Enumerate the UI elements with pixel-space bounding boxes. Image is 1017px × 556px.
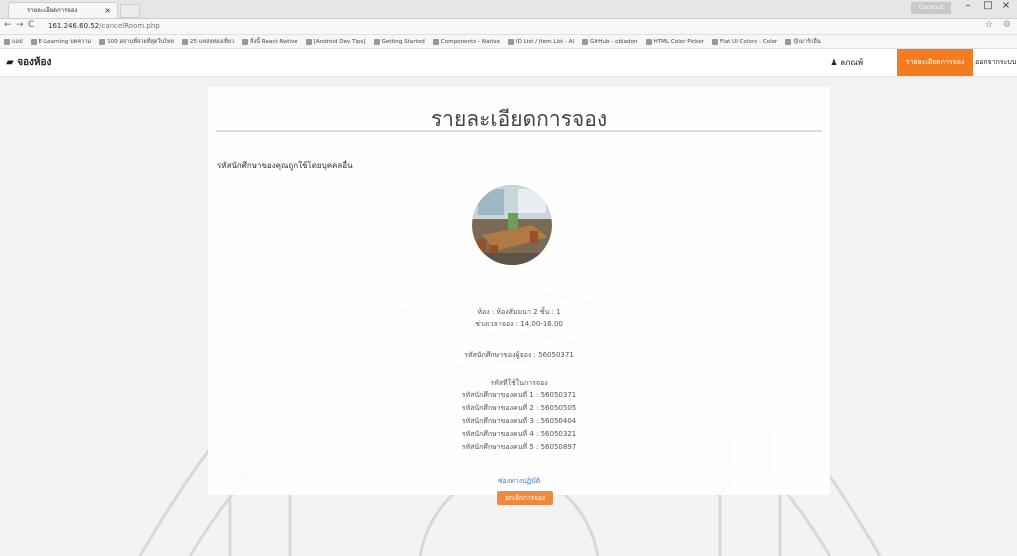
bookmark-favicon-icon <box>373 38 380 45</box>
bookmark-label: E-Learning บทความ <box>38 38 92 45</box>
extension-icon[interactable]: ⚙ <box>1003 20 1011 30</box>
bookmark-label: GitHub - obladon <box>590 38 638 45</box>
book-icon: ▰ <box>6 57 14 68</box>
bookmarks-bar: แอป E-Learning บทความ 100 สถานที่สวยที่สุด… <box>0 35 1017 49</box>
brand-logo[interactable]: ▰ จองห้อง <box>6 55 51 70</box>
window-user-badge[interactable]: Coconut <box>911 2 951 14</box>
bookmark-item[interactable]: [Android Dev Tips] <box>305 38 366 45</box>
user-row: รหัสนักศึกษาของคนที่ 3 : 56050404 <box>461 417 577 425</box>
close-window-icon[interactable]: × <box>997 0 1015 11</box>
user-row: รหัสนักศึกษาของคนที่ 1 : 56050371 <box>461 391 577 399</box>
browser-tab-bar: รายละเอียดการจอง × Coconut – □ × <box>0 0 1017 19</box>
url-input[interactable]: 161.246.60.52/cancelRoom.php <box>48 21 208 32</box>
bookmark-favicon-icon <box>711 38 718 45</box>
bookmark-star-icon[interactable]: ☆ <box>985 20 993 30</box>
url-path: /cancelRoom.php <box>99 22 160 30</box>
bookmark-favicon-icon <box>507 38 514 45</box>
bookmark-favicon-icon <box>99 38 106 45</box>
bookmark-label: 25 แหล่งท่องเที่ยว <box>189 38 235 45</box>
bookmark-item[interactable]: GitHub - obladon <box>582 38 638 45</box>
bookmark-label: บุ๊กมาร์กอื่น <box>793 38 821 45</box>
address-bar-row: ← → C 161.246.60.52/cancelRoom.php ☆ ⚙ <box>0 19 1017 35</box>
bookmark-label: แอป <box>12 38 23 45</box>
reload-icon[interactable]: C <box>28 20 34 30</box>
time-info: ช่วงเวลาจอง : 14.00-16.00 <box>475 320 563 328</box>
bookmark-favicon-icon <box>645 38 652 45</box>
nav-logout[interactable]: ออกจากระบบ <box>975 49 1017 76</box>
browser-tab[interactable]: รายละเอียดการจอง × <box>8 2 118 18</box>
user-row: รหัสนักศึกษาของคนที่ 4 : 56050321 <box>461 430 577 438</box>
bookmark-item[interactable]: แอป <box>4 38 23 46</box>
booker-info: รหัสนักศึกษาของผู้จอง : 56050371 <box>464 351 574 359</box>
bookmark-label: Flat UI Colors - Color <box>719 38 778 45</box>
bookmark-favicon-icon <box>582 38 589 45</box>
bookmark-item[interactable]: 25 แหล่งท่องเที่ยว <box>181 38 235 46</box>
user-name: ลภณพ์ <box>840 58 863 67</box>
bookmark-label: Components - Native <box>440 38 500 45</box>
booking-details-card: รายละเอียดการจอง รหัสนักศึกษาของคุณถูกใช… <box>208 87 830 505</box>
maximize-icon[interactable]: □ <box>979 0 997 11</box>
bookmark-label: HTML Color Picker <box>653 38 704 45</box>
bookmark-favicon-icon <box>305 38 312 45</box>
room-info: ห้อง : ห้องสัมมนา 2 ชั้น : 1 <box>477 308 561 316</box>
user-row: รหัสนักศึกษาของคนที่ 2 : 56050505 <box>461 404 577 412</box>
bookmark-favicon-icon <box>30 38 37 45</box>
new-tab-button[interactable] <box>120 4 140 18</box>
nav-user[interactable]: ♟ ลภณพ์ <box>830 56 863 69</box>
back-icon[interactable]: ← <box>4 20 12 30</box>
tab-title: รายละเอียดการจอง <box>27 7 78 14</box>
room-photo <box>472 185 552 265</box>
bookmark-label: 100 สถานที่สวยที่สุดในไทย <box>107 38 174 45</box>
bookmark-label: ID List / Item List - Al <box>515 38 575 45</box>
user-icon: ♟ <box>830 58 838 67</box>
bookmark-item[interactable]: E-Learning บทความ <box>30 38 92 46</box>
bookmark-label: สิ่งนี้ React-Native <box>250 38 298 45</box>
bookmark-favicon-icon <box>432 38 439 45</box>
bookmark-favicon-icon <box>4 38 10 45</box>
bookmark-item[interactable]: ID List / Item List - Al <box>507 38 575 45</box>
bookmark-item[interactable]: Flat UI Colors - Color <box>711 38 778 45</box>
bookmark-item[interactable]: 100 สถานที่สวยที่สุดในไทย <box>99 38 174 46</box>
minimize-icon[interactable]: – <box>959 0 977 11</box>
user-row: รหัสนักศึกษาของคนที่ 5 : 56050897 <box>461 443 577 451</box>
cancel-booking-button[interactable]: ยกเลิกการจอง <box>497 491 553 505</box>
forward-icon[interactable]: → <box>16 20 24 30</box>
bookmark-item[interactable]: HTML Color Picker <box>645 38 704 45</box>
url-host: 161.246.60.52 <box>48 22 100 30</box>
bookmark-favicon-icon <box>785 38 792 45</box>
bookmark-label: Getting Started <box>381 38 425 45</box>
nav-booking-details[interactable]: รายละเอียดการจอง <box>897 49 973 76</box>
bookmark-item[interactable]: Components - Native <box>432 38 500 45</box>
bookmark-favicon-icon <box>242 38 249 45</box>
tab-close-icon[interactable]: × <box>104 3 111 19</box>
help-link[interactable]: ช่องทางปฏิบัติ <box>208 476 830 487</box>
users-heading: รหัสที่ใช้ในการจอง <box>490 379 548 387</box>
brand-text: จองห้อง <box>17 57 52 68</box>
bookmark-item[interactable]: Getting Started <box>373 38 425 45</box>
bookmark-label: [Android Dev Tips] <box>313 38 366 45</box>
warning-message: รหัสนักศึกษาของคุณถูกใช้โดยบุคคลอื่น <box>217 161 353 170</box>
title-divider <box>216 130 822 132</box>
bookmark-item[interactable]: บุ๊กมาร์กอื่น <box>785 38 821 46</box>
bookmark-favicon-icon <box>181 38 188 45</box>
bookmark-item[interactable]: สิ่งนี้ React-Native <box>242 38 298 46</box>
